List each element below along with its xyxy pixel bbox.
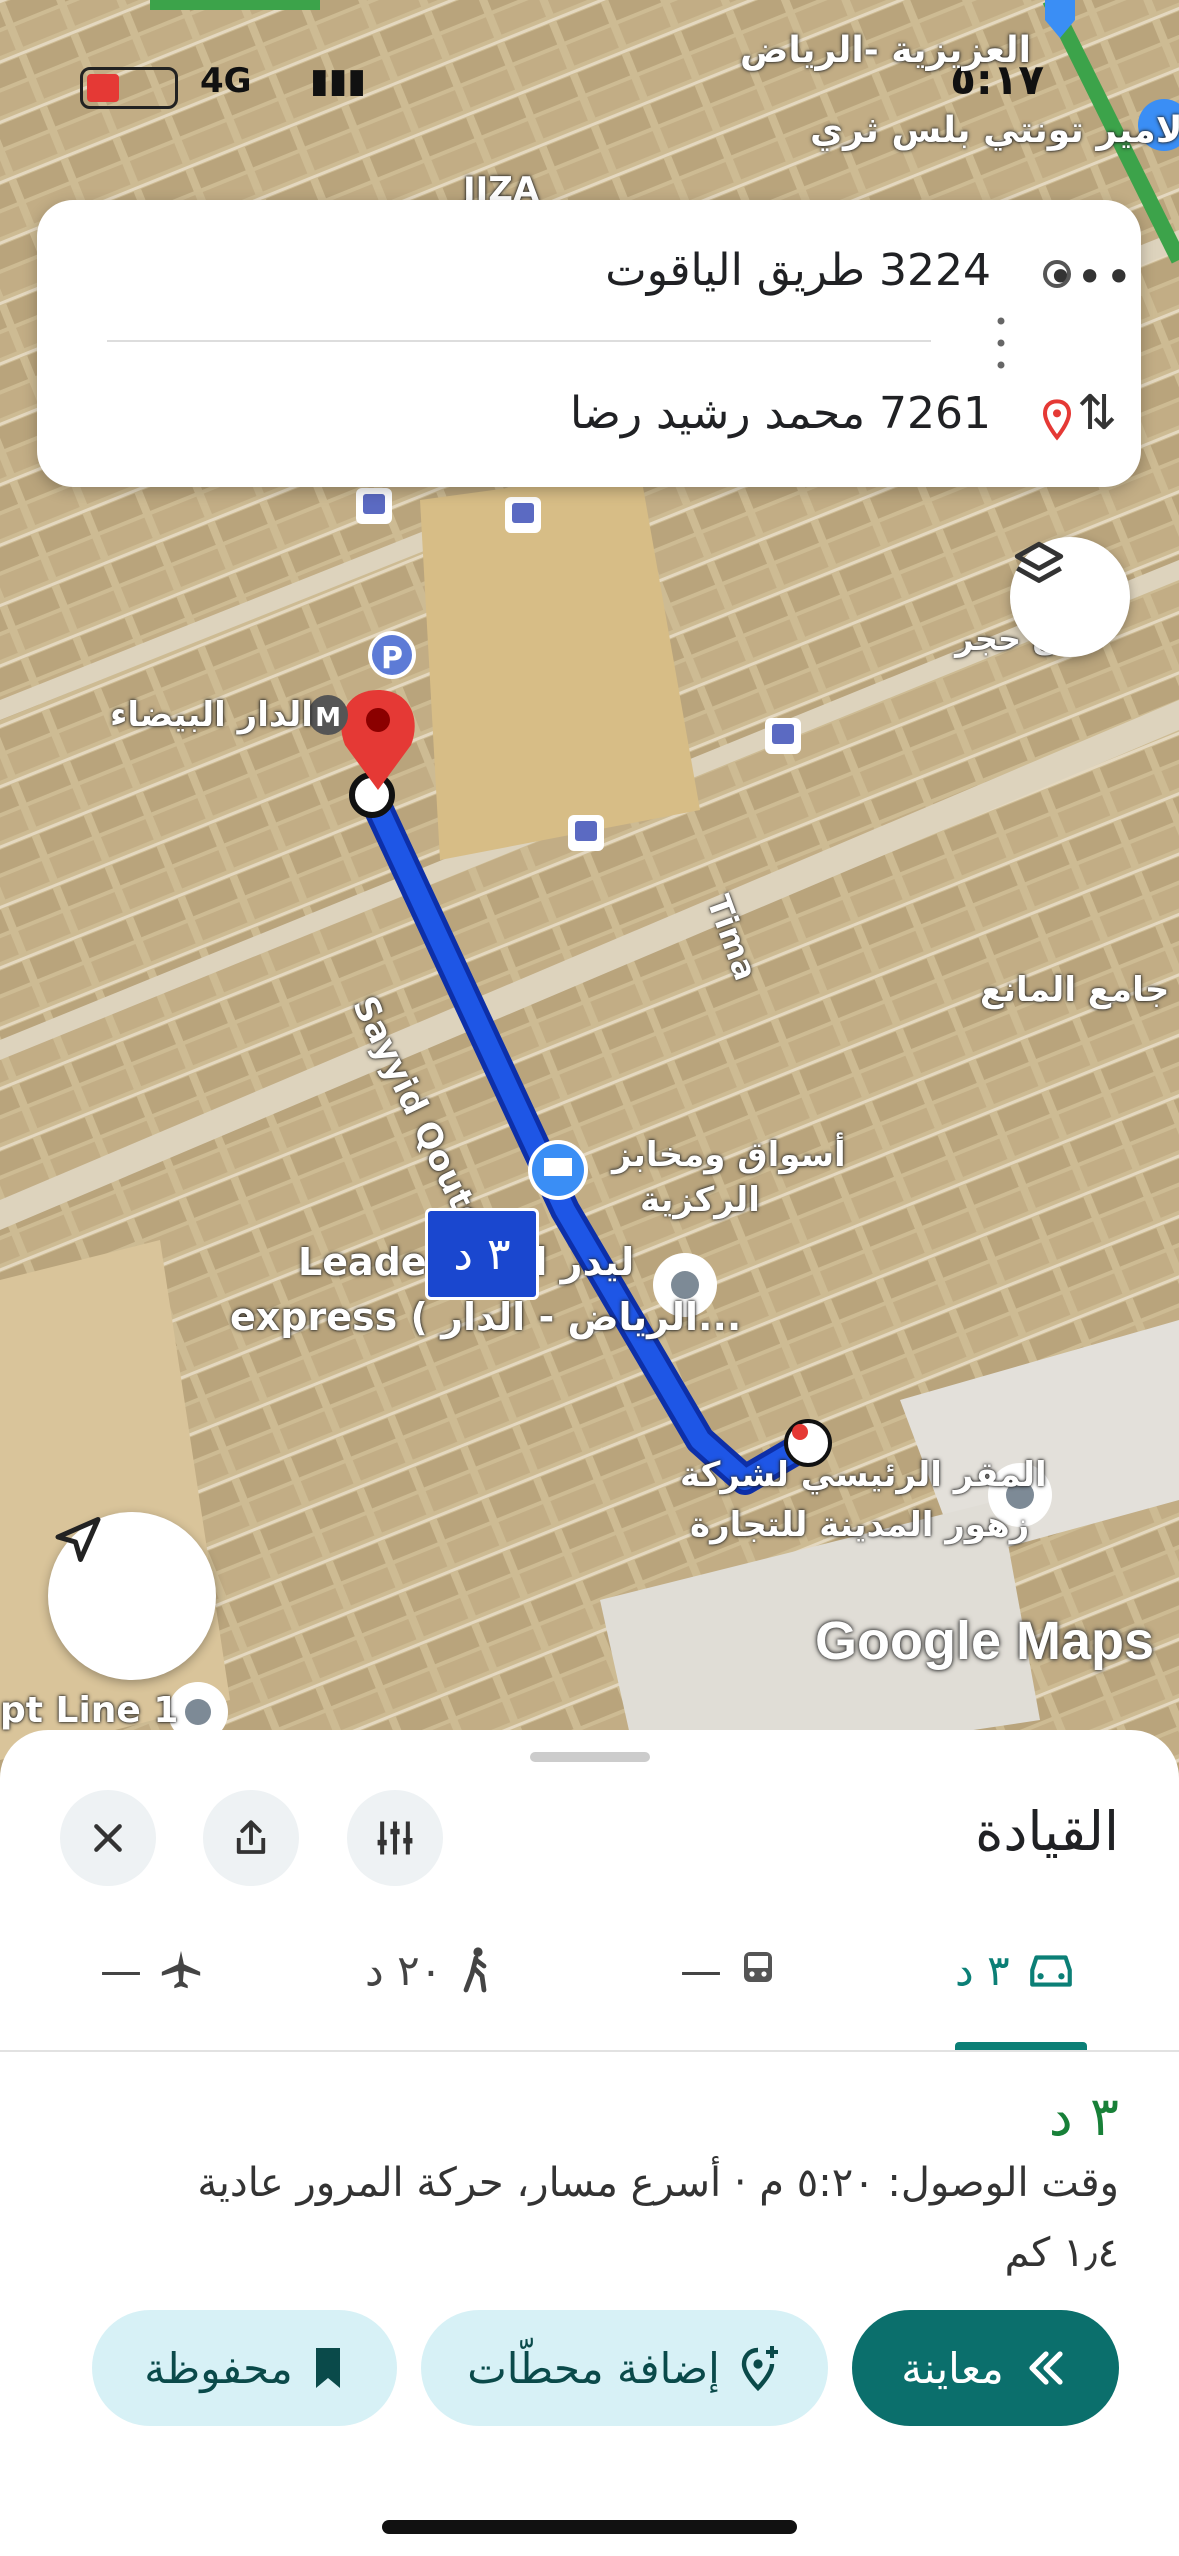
map-label-store[interactable]: الامير تونتي بلس ثري xyxy=(810,110,1179,151)
tune-icon xyxy=(377,1821,413,1855)
navigation-arrow-icon xyxy=(55,1517,101,1562)
network-type: 4G xyxy=(200,61,252,101)
tab-flights[interactable]: — xyxy=(100,1930,204,2010)
share-icon xyxy=(236,1820,266,1854)
route-divider xyxy=(107,340,931,342)
tab-transit[interactable]: — xyxy=(680,1930,778,2010)
layers-button[interactable] xyxy=(1010,537,1130,657)
route-card: ••• 3224 طريق الياقوت 7261 محمد رشيد رضا… xyxy=(37,200,1141,487)
tab-walking-label: ٢٠ د xyxy=(365,1945,443,1995)
home-indicator[interactable] xyxy=(382,2520,797,2534)
map-label-leader-2[interactable]: express ( الرياض - الدار... xyxy=(230,1295,741,1339)
car-icon xyxy=(1029,1955,1072,1987)
map-label-market-2[interactable]: الركزية xyxy=(640,1180,760,1220)
arrival-info: وقت الوصول: ٥:٢٠ م · أسرع مسار، حركة الم… xyxy=(197,2160,1119,2206)
route-distance: ١٫٤ كم xyxy=(1004,2230,1119,2276)
connector-dots-icon xyxy=(997,317,1005,369)
add-stops-button[interactable]: إضافة محطّات xyxy=(421,2310,828,2426)
train-icon xyxy=(744,1952,772,1982)
walking-icon xyxy=(463,1947,487,1993)
origin-field[interactable]: 3224 طريق الياقوت xyxy=(605,245,991,296)
google-maps-watermark: Google Maps xyxy=(815,1611,1155,1671)
sheet-title: القيادة xyxy=(975,1800,1119,1863)
map-label-market-1[interactable]: أسواق ومخابز xyxy=(612,1135,846,1175)
saved-button[interactable]: محفوظة xyxy=(92,2310,397,2426)
navigate-button[interactable] xyxy=(48,1512,216,1680)
map-label-hq-1[interactable]: المقر الرئيسي لشركة xyxy=(680,1455,1047,1495)
metro-icon: M xyxy=(315,703,341,733)
swap-button[interactable]: ⇅ xyxy=(1077,385,1117,441)
parking-icon: P xyxy=(381,641,403,676)
map-label-dar-baida[interactable]: الدار البيضاء xyxy=(110,695,313,735)
map-label-hq-2[interactable]: زهور المدينة للتجارة xyxy=(690,1505,1029,1545)
destination-field[interactable]: 7261 محمد رشيد رضا xyxy=(570,388,991,439)
sheet-handle[interactable] xyxy=(530,1752,650,1762)
tab-driving-label: ٣ د xyxy=(955,1945,1010,1995)
saved-button-label: محفوظة xyxy=(144,2343,293,2393)
bookmark-icon xyxy=(315,2348,340,2388)
preview-button-label: معاينة xyxy=(901,2343,1004,2393)
airplane-icon xyxy=(161,1950,201,1989)
battery-icon xyxy=(80,67,178,109)
directions-sheet: القيادة ٣ د — ٢٠ د — ٣ د وقت الوصول: ٥:٢… xyxy=(0,1730,1179,2556)
map-label-mosque[interactable]: جامع المانع xyxy=(980,970,1169,1010)
destination-marker-icon xyxy=(1042,399,1072,441)
map-label-area[interactable]: العزيزية -الرياض xyxy=(740,30,1031,71)
active-tab-indicator xyxy=(955,2042,1087,2050)
close-button[interactable] xyxy=(60,1790,156,1886)
tabs-divider xyxy=(0,2050,1179,2052)
shopping-cart-icon xyxy=(544,1158,572,1176)
travel-mode-tabs: ٣ د — ٢٠ د — xyxy=(0,1930,1179,2020)
close-icon xyxy=(94,1824,122,1852)
route-duration: ٣ د xyxy=(1048,2085,1119,2148)
add-stops-label: إضافة محطّات xyxy=(467,2343,720,2393)
add-location-icon xyxy=(741,2346,778,2392)
preview-button[interactable]: معاينة xyxy=(852,2310,1119,2426)
layers-icon xyxy=(1014,541,1064,583)
tab-walking[interactable]: ٢٠ د xyxy=(365,1930,494,2010)
chevrons-left-icon xyxy=(1029,2351,1063,2385)
signal-icon: ▮▮▮ xyxy=(310,61,367,101)
route-options-button[interactable] xyxy=(347,1790,443,1886)
map-label-spot-line[interactable]: pt Line 1 xyxy=(0,1690,178,1731)
tab-driving[interactable]: ٣ د xyxy=(955,1930,1076,2010)
share-button[interactable] xyxy=(203,1790,299,1886)
route-time-badge[interactable]: ٣ د xyxy=(425,1208,539,1300)
origin-circle-icon xyxy=(1043,260,1071,288)
tab-flights-label: — xyxy=(100,1945,142,1995)
tab-transit-label: — xyxy=(680,1945,722,1995)
